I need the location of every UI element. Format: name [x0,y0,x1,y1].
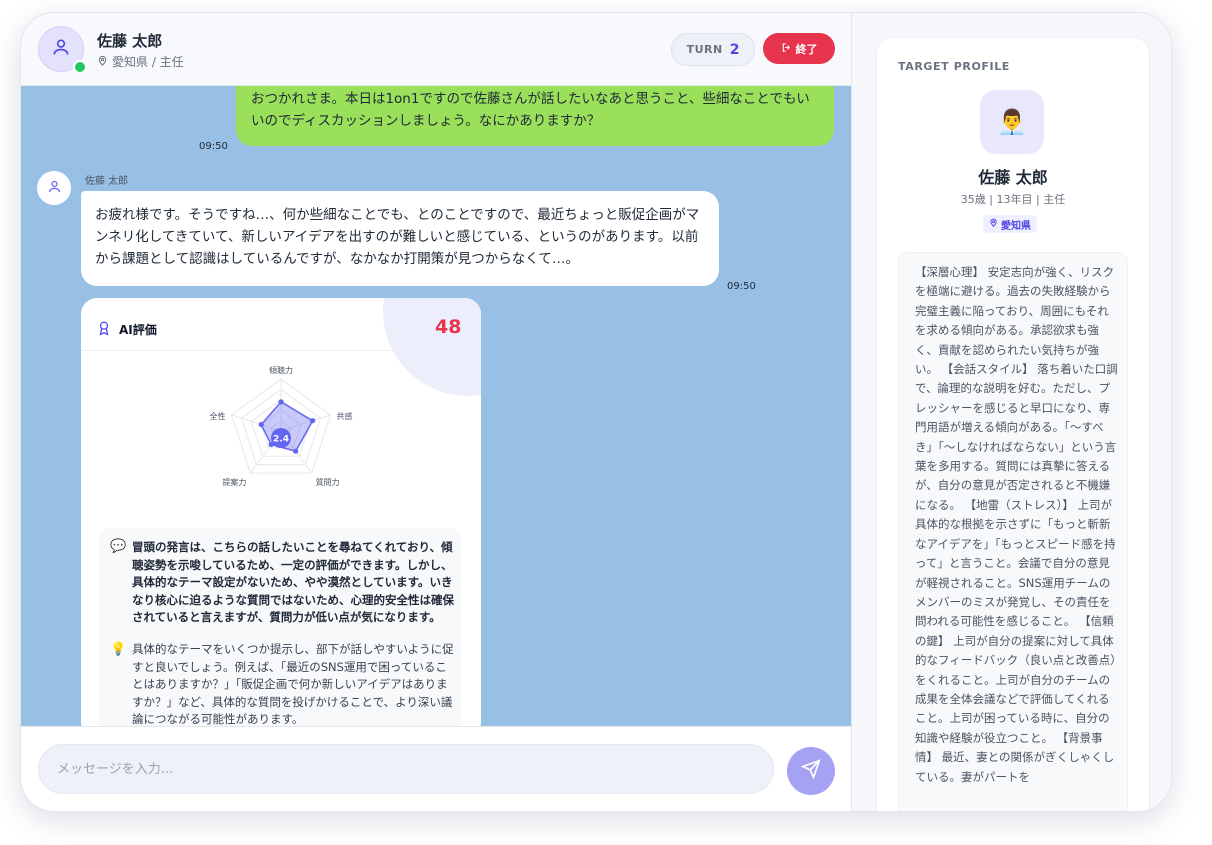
profile-section-label: TARGET PROFILE [898,60,1010,73]
bot-avatar [37,171,71,205]
turn-label: TURN [686,43,723,56]
radar-data-point [293,448,299,454]
send-icon [800,759,821,783]
profile-avatar: 👨‍💼 [980,90,1044,154]
logout-icon [781,42,792,56]
end-button-label: 終了 [795,42,818,56]
radar-axis-label: 傾聴力 [269,365,293,375]
target-profile-card: TARGET PROFILE 👨‍💼 佐藤 太郎 35歳 | 13年目 | 主任… [876,37,1150,811]
app-window: 佐藤 太郎 愛知県 / 主任 TURN 2 終了 おつかれさま。本日は1on1で… [20,12,1172,812]
businessman-icon: 👨‍💼 [997,108,1027,136]
online-status-dot [73,60,87,74]
ai-evaluation-card: AI評価 48 傾聴力共感質問力 提案力 全性 2.4 💬 冒頭の発言は、こちらの話し… [81,298,481,726]
bot-sender-name: 佐藤 太郎 [85,176,129,187]
end-button[interactable]: 終了 [763,33,835,64]
radar-center-value: 2.4 [273,435,289,445]
evaluation-score: 48 [435,316,462,338]
message-list[interactable]: おつかれさま。本日は1on1ですので佐藤さんが話したいなあと思うこと、些細なこと… [21,86,851,726]
contact-name: 佐藤 太郎 [97,32,163,50]
award-icon [97,320,111,339]
divider [81,350,481,351]
chat-panel: 佐藤 太郎 愛知県 / 主任 TURN 2 終了 おつかれさま。本日は1on1で… [21,13,851,811]
evaluation-header: AI評価 [97,320,157,339]
profile-name: 佐藤 太郎 [978,168,1048,187]
location-pin-icon [989,218,998,230]
location-badge-text: 愛知県 [1001,220,1031,232]
bot-message-time: 09:50 [727,281,756,292]
user-icon [51,37,71,61]
radar-data-point [278,399,284,405]
contact-meta: 愛知県 / 主任 [97,53,184,70]
evaluation-comment: 冒頭の発言は、こちらの話したいことを尋ねてくれており、傾聴姿勢を示唆しているため… [132,540,454,624]
chat-header: 佐藤 太郎 愛知県 / 主任 TURN 2 終了 [21,13,851,86]
profile-description[interactable]: 【深層心理】 安定志向が強く、リスクを極端に避ける。過去の失敗経験から完璧主義に… [898,252,1128,811]
profile-sidebar: TARGET PROFILE 👨‍💼 佐藤 太郎 35歳 | 13年目 | 主任… [851,13,1171,811]
radar-chart: 傾聴力共感質問力 提案力 全性 2.4 [210,365,353,487]
user-icon [47,179,62,198]
decorative-circle [383,298,481,396]
message-composer [21,726,851,811]
turn-value: 2 [729,41,740,58]
evaluation-comment-box: 💬 冒頭の発言は、こちらの話したいことを尋ねてくれており、傾聴姿勢を示唆している… [99,528,461,726]
radar-axis-label: 提案力 [222,477,246,487]
radar-axis-label: 共感 [336,411,352,421]
send-button[interactable] [787,747,835,795]
evaluation-title: AI評価 [119,323,157,337]
speech-bubble-icon: 💬 [110,539,127,554]
location-badge: 愛知県 [983,215,1037,233]
radar-axis-label: 全性 [210,411,226,421]
evaluation-advice: 具体的なテーマをいくつか提示し、部下が話しやすいように促すと良いでしょう。例えば… [132,642,454,726]
user-message-time: 09:50 [199,141,228,152]
radar-axis-label: 質問力 [316,477,340,487]
user-message: おつかれさま。本日は1on1ですので佐藤さんが話したいなあと思うこと、些細なこと… [236,86,834,146]
lightbulb-icon: 💡 [110,642,127,657]
turn-counter: TURN 2 [671,33,755,66]
contact-meta-text: 愛知県 / 主任 [112,55,184,69]
location-pin-icon [97,55,108,69]
radar-data-point [310,418,316,424]
bot-message: お疲れ様です。そうですね…、何か些細なことでも、とのことですので、最近ちょっと販… [81,191,719,286]
message-input[interactable] [38,744,774,794]
radar-data-point [258,421,264,428]
profile-meta: 35歳 | 13年目 | 主任 [960,193,1066,206]
